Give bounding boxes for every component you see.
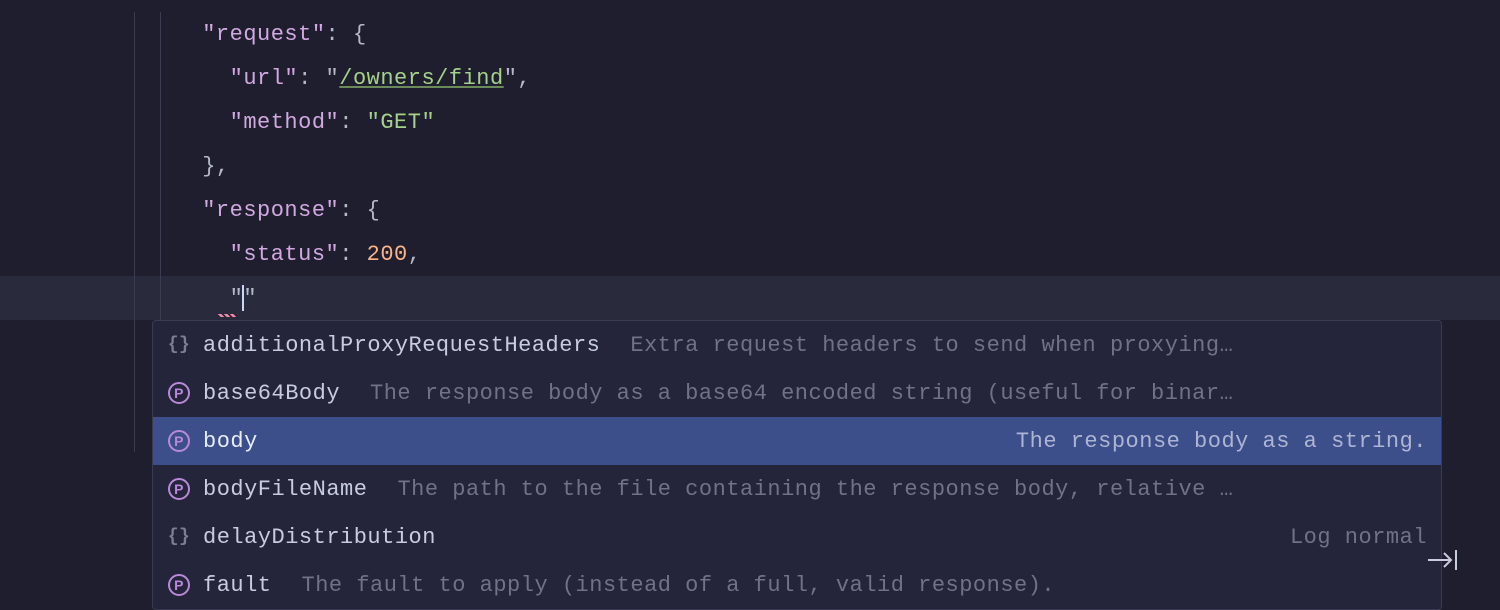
object-icon: {} <box>167 333 191 357</box>
autocomplete-item[interactable]: {} delayDistribution Log normal <box>153 513 1441 561</box>
autocomplete-item[interactable]: PbodyFileName The path to the file contai… <box>153 465 1441 513</box>
code-line[interactable]: "method": "GET" <box>0 100 1500 144</box>
autocomplete-description: The response body as a string. <box>288 429 1427 454</box>
property-icon: P <box>167 573 191 597</box>
autocomplete-label: bodyFileName <box>203 477 367 502</box>
autocomplete-label: delayDistribution <box>203 525 436 550</box>
autocomplete-label: additionalProxyRequestHeaders <box>203 333 600 358</box>
autocomplete-description: Extra request headers to send when proxy… <box>630 333 1427 358</box>
autocomplete-label: body <box>203 429 258 454</box>
property-icon: P <box>167 429 191 453</box>
autocomplete-item[interactable]: Pfault The fault to apply (instead of a f… <box>153 561 1441 609</box>
code-content: "method": "GET" <box>120 110 435 135</box>
autocomplete-item[interactable]: {} additionalProxyRequestHeaders Extra req… <box>153 321 1441 369</box>
object-icon: {} <box>167 525 191 549</box>
autocomplete-description: The fault to apply (instead of a full, v… <box>302 573 1427 598</box>
code-line[interactable]: "request": { <box>0 12 1500 56</box>
code-content: "" <box>120 285 257 311</box>
autocomplete-item[interactable]: Pbase64Body The response body as a base64… <box>153 369 1441 417</box>
code-line[interactable]: }, <box>0 144 1500 188</box>
property-icon: P <box>167 381 191 405</box>
error-squiggle <box>218 314 236 317</box>
code-content: "url": "/owners/find", <box>120 66 531 91</box>
tab-forward-icon <box>1426 548 1460 580</box>
autocomplete-description: The path to the file containing the resp… <box>397 477 1427 502</box>
code-content: "status": 200, <box>120 242 421 267</box>
autocomplete-label: fault <box>203 573 272 598</box>
code-line[interactable]: "url": "/owners/find", <box>0 56 1500 100</box>
property-icon: P <box>167 477 191 501</box>
code-content: }, <box>120 154 230 179</box>
code-line[interactable]: "response": { <box>0 188 1500 232</box>
autocomplete-description: The response body as a base64 encoded st… <box>370 381 1427 406</box>
autocomplete-description: Log normal <box>466 525 1427 550</box>
autocomplete-popup: {} additionalProxyRequestHeaders Extra req… <box>152 320 1442 610</box>
code-line[interactable]: "status": 200, <box>0 232 1500 276</box>
code-content: "request": { <box>120 22 367 47</box>
autocomplete-label: base64Body <box>203 381 340 406</box>
autocomplete-item[interactable]: Pbody The response body as a string. <box>153 417 1441 465</box>
code-content: "response": { <box>120 198 380 223</box>
